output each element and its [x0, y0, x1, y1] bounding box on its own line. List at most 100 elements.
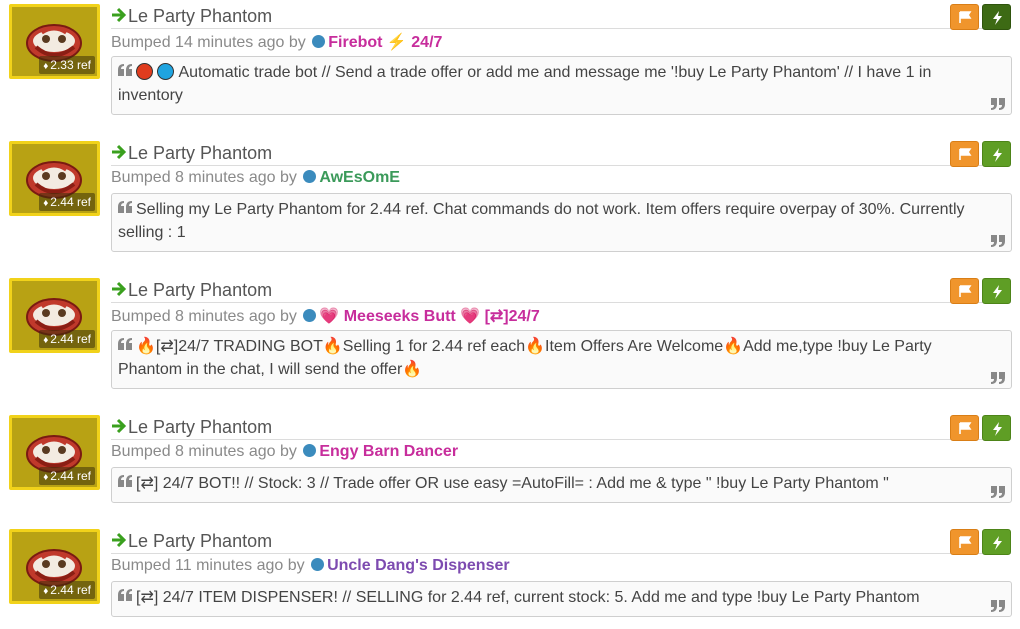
price-label: 2.33 ref [50, 58, 91, 72]
report-button[interactable] [950, 415, 979, 441]
quote-left-icon [118, 475, 132, 487]
bumped-text: Bumped 11 minutes ago by [111, 557, 305, 574]
bumped-info: Bumped 14 minutes ago by Firebot ⚡ 24/7 [111, 32, 442, 54]
quote-left-icon [118, 589, 132, 601]
listing-title-row: Le Party Phantom [111, 4, 1011, 30]
quote-right-icon [991, 486, 1005, 498]
bumped-text: Bumped 8 minutes ago by [111, 169, 297, 186]
arrow-right-icon [112, 144, 127, 160]
status-dot-icon [303, 170, 317, 183]
instant-buy-button[interactable] [982, 278, 1011, 304]
instant-buy-button[interactable] [982, 415, 1011, 441]
listing-title-row: Le Party Phantom [111, 415, 1011, 441]
tag-icon: ♦ [43, 335, 49, 346]
listing-description: [⇄] 24/7 BOT!! // Stock: 3 // Trade offe… [111, 467, 1012, 503]
item-name-link[interactable]: Le Party Phantom [128, 531, 272, 552]
status-dot-icon [303, 444, 317, 457]
bumped-text: Bumped 14 minutes ago by [111, 34, 306, 51]
flag-icon [959, 11, 972, 23]
bumped-info: Bumped 8 minutes ago by AwEsOmE [111, 169, 400, 191]
quote-left-icon [118, 201, 132, 213]
price-tag: ♦ 2.44 ref [39, 193, 95, 211]
bolt-icon [993, 148, 1002, 162]
status-dot-icon [312, 35, 326, 48]
arrow-right-icon [112, 532, 127, 548]
item-name-link[interactable]: Le Party Phantom [128, 417, 272, 438]
item-name-link[interactable]: Le Party Phantom [128, 143, 272, 164]
status-dot-icon [311, 558, 325, 571]
arrow-right-icon [112, 281, 127, 297]
tag-icon: ♦ [43, 472, 49, 483]
item-name-link[interactable]: Le Party Phantom [128, 6, 272, 27]
item-tile[interactable]: ♦ 2.44 ref [9, 278, 100, 353]
tag-icon: ♦ [43, 198, 49, 209]
quote-right-icon [991, 98, 1005, 110]
bumped-info: Bumped 11 minutes ago by Uncle Dang's Di… [111, 557, 510, 579]
status-dot-icon [303, 309, 317, 322]
bumped-info: Bumped 8 minutes ago by 💗 Meeseeks Butt … [111, 306, 540, 328]
quote-right-icon [991, 600, 1005, 612]
quote-left-icon [118, 64, 132, 76]
report-button[interactable] [950, 4, 979, 30]
bolt-icon [993, 422, 1002, 436]
user-link[interactable]: AwEsOmE [319, 169, 400, 186]
blue-circle-emoji [157, 63, 175, 80]
listing-list: ♦ 2.33 ref Le Party Phantom Bumped 14 min… [0, 0, 1020, 629]
report-button[interactable] [950, 529, 979, 555]
bumped-text: Bumped 8 minutes ago by [111, 308, 297, 325]
price-label: 2.44 ref [50, 583, 91, 597]
listing-description: Selling my Le Party Phantom for 2.44 ref… [111, 193, 1012, 252]
item-name-link[interactable]: Le Party Phantom [128, 280, 272, 301]
instant-buy-button[interactable] [982, 529, 1011, 555]
listing: ♦ 2.44 ref Le Party Phantom Bumped 8 minu… [0, 411, 1020, 536]
description-text: Automatic trade bot // Send a trade offe… [118, 64, 932, 104]
flag-icon [959, 536, 972, 548]
price-label: 2.44 ref [50, 332, 91, 346]
report-button[interactable] [950, 141, 979, 167]
instant-buy-button[interactable] [982, 141, 1011, 167]
user-link[interactable]: Uncle Dang's Dispenser [327, 557, 510, 574]
price-label: 2.44 ref [50, 195, 91, 209]
instant-buy-button[interactable] [982, 4, 1011, 30]
listing-description: [⇄] 24/7 ITEM DISPENSER! // SELLING for … [111, 581, 1012, 617]
listing-description: 🔥[⇄]24/7 TRADING BOT🔥Selling 1 for 2.44 … [111, 330, 1012, 389]
price-tag: ♦ 2.44 ref [39, 330, 95, 348]
price-tag: ♦ 2.33 ref [39, 56, 95, 74]
flag-icon [959, 148, 972, 160]
listing: ♦ 2.44 ref Le Party Phantom Bumped 8 minu… [0, 137, 1020, 262]
flag-icon [959, 422, 972, 434]
user-link[interactable]: 💗 Meeseeks Butt 💗 [⇄]24/7 [319, 308, 539, 325]
user-link[interactable]: Firebot ⚡ 24/7 [328, 34, 442, 51]
item-tile[interactable]: ♦ 2.44 ref [9, 141, 100, 216]
bolt-icon [993, 536, 1002, 550]
listing: ♦ 2.44 ref Le Party Phantom Bumped 8 minu… [0, 274, 1020, 399]
item-tile[interactable]: ♦ 2.33 ref [9, 4, 100, 79]
listing: ♦ 2.44 ref Le Party Phantom Bumped 11 min… [0, 525, 1020, 629]
description-text: [⇄] 24/7 ITEM DISPENSER! // SELLING for … [136, 589, 920, 606]
listing-title-row: Le Party Phantom [111, 141, 1011, 167]
bolt-icon [993, 11, 1002, 25]
price-tag: ♦ 2.44 ref [39, 467, 95, 485]
bumped-text: Bumped 8 minutes ago by [111, 443, 297, 460]
quote-left-icon [118, 338, 132, 350]
price-label: 2.44 ref [50, 469, 91, 483]
report-button[interactable] [950, 278, 979, 304]
description-text: 🔥[⇄]24/7 TRADING BOT🔥Selling 1 for 2.44 … [118, 338, 932, 378]
description-text: [⇄] 24/7 BOT!! // Stock: 3 // Trade offe… [136, 475, 889, 492]
item-tile[interactable]: ♦ 2.44 ref [9, 529, 100, 604]
quote-right-icon [991, 372, 1005, 384]
listing-title-row: Le Party Phantom [111, 278, 1011, 304]
bolt-icon [993, 285, 1002, 299]
item-tile[interactable]: ♦ 2.44 ref [9, 415, 100, 490]
listing-description: Automatic trade bot // Send a trade offe… [111, 56, 1012, 115]
listing-title-row: Le Party Phantom [111, 529, 1011, 555]
tag-icon: ♦ [43, 586, 49, 597]
description-text: Selling my Le Party Phantom for 2.44 ref… [118, 201, 965, 241]
listing: ♦ 2.33 ref Le Party Phantom Bumped 14 min… [0, 0, 1020, 125]
arrow-right-icon [112, 7, 127, 23]
user-link[interactable]: Engy Barn Dancer [319, 443, 458, 460]
quote-right-icon [991, 235, 1005, 247]
arrow-right-icon [112, 418, 127, 434]
bumped-info: Bumped 8 minutes ago by Engy Barn Dancer [111, 443, 458, 465]
price-tag: ♦ 2.44 ref [39, 581, 95, 599]
